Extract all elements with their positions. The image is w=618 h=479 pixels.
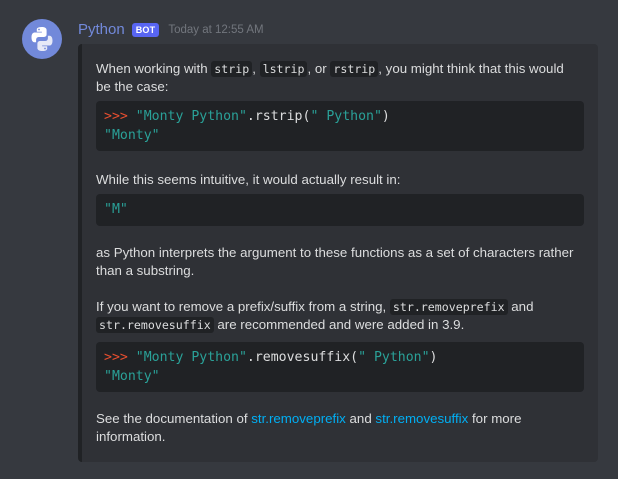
- avatar[interactable]: [22, 19, 62, 59]
- code-string: "Monty Python": [135, 109, 247, 124]
- text: When working with: [96, 61, 212, 76]
- text: and: [507, 299, 534, 314]
- embed-paragraph: If you want to remove a prefix/suffix fr…: [96, 298, 576, 334]
- text: and: [345, 411, 376, 426]
- code-block: >>> "Monty Python".rstrip(" Python") "Mo…: [96, 101, 584, 151]
- code-string: " Python": [310, 109, 382, 124]
- inline-code: rstrip: [330, 61, 379, 77]
- embed-paragraph: While this seems intuitive, it would act…: [96, 172, 401, 187]
- text: ,: [252, 61, 260, 76]
- code-method: .rstrip(: [246, 109, 311, 124]
- code-result: "Monty": [104, 368, 160, 384]
- inline-code: strip: [211, 61, 253, 77]
- docs-link-removesuffix[interactable]: str.removesuffix: [375, 411, 468, 426]
- code-method: .removesuffix(: [246, 350, 359, 365]
- embed-paragraph-intro: When working with strip, lstrip, or rstr…: [96, 60, 576, 96]
- inline-code: lstrip: [259, 61, 308, 77]
- author-name[interactable]: Python: [78, 21, 125, 39]
- code-paren: ): [429, 350, 438, 365]
- embed-paragraph: as Python interprets the argument to the…: [96, 245, 574, 278]
- embed: When working with strip, lstrip, or rstr…: [78, 44, 598, 462]
- code-block: >>> "Monty Python".removesuffix(" Python…: [96, 342, 584, 392]
- code-string: " Python": [358, 350, 430, 365]
- bot-badge: BOT: [131, 23, 160, 37]
- code-prompt: >>>: [104, 350, 136, 365]
- code-block: "M": [96, 194, 584, 226]
- chat-message: Python BOT Today at 12:55 AM When workin…: [0, 0, 618, 479]
- text: , or: [307, 61, 331, 76]
- python-logo-icon: [31, 27, 53, 51]
- code-string: "Monty Python": [135, 350, 247, 365]
- inline-code: str.removesuffix: [96, 317, 214, 333]
- message-header: Python BOT Today at 12:55 AM: [78, 21, 264, 39]
- text: are recommended and were added in 3.9.: [213, 317, 465, 332]
- embed-paragraph-docs: See the documentation of str.removeprefi…: [96, 410, 576, 446]
- text: See the documentation of: [96, 411, 252, 426]
- code-result: "Monty": [104, 127, 160, 143]
- docs-link-removeprefix[interactable]: str.removeprefix: [251, 411, 346, 426]
- inline-code: str.removeprefix: [389, 299, 508, 315]
- timestamp[interactable]: Today at 12:55 AM: [168, 21, 263, 39]
- code-paren: ): [381, 109, 390, 124]
- code-prompt: >>>: [104, 109, 136, 124]
- text: If you want to remove a prefix/suffix fr…: [96, 299, 390, 314]
- code-result: "M": [104, 202, 128, 217]
